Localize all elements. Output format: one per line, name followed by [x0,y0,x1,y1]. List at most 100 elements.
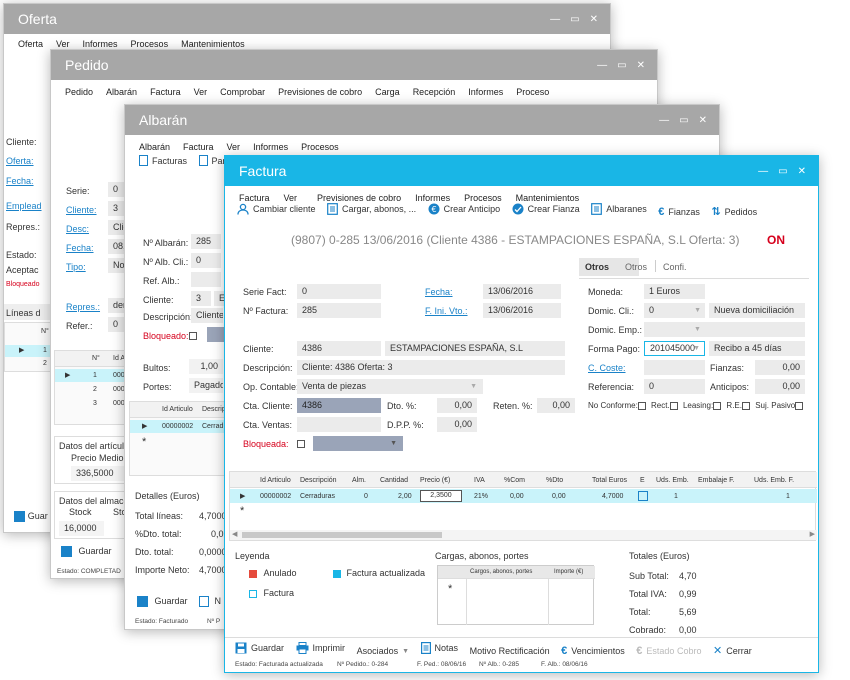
link-fecha[interactable]: Fecha: [425,287,453,297]
link-fecha[interactable]: Fecha: [66,243,94,253]
field-c-coste[interactable] [644,360,705,375]
menu-ver[interactable]: Ver [227,142,241,152]
menu-informes[interactable]: Informes [83,39,118,49]
maximize-icon[interactable]: ▭ [679,115,688,126]
suj-pasivo-checkbox[interactable] [795,401,804,410]
field-cta-ventas[interactable] [297,417,381,432]
bloqueada-checkbox[interactable] [297,440,305,448]
tab-confi[interactable]: Confi. [663,262,687,272]
table-row[interactable]: ▶ 00000002 Cerrad [130,420,226,433]
save-button[interactable]: Guardar [137,596,188,608]
horizontal-scrollbar[interactable]: ◀ ▶ [230,530,817,540]
menu-informes[interactable]: Informes [253,142,288,152]
menu-proceso[interactable]: Proceso [516,87,549,97]
tab-otros[interactable]: Otros [625,262,647,272]
menu-procesos[interactable]: Procesos [301,142,339,152]
rect-checkbox[interactable] [669,401,678,410]
leasing-checkbox[interactable] [713,401,722,410]
field-bultos[interactable]: 1,00 [189,359,223,374]
link-fecha[interactable]: Fecha: [6,176,34,186]
menu-recepcion[interactable]: Recepción [413,87,456,97]
link-oferta[interactable]: Oferta: [6,156,34,166]
motivo-rectificacion-button[interactable]: Motivo Rectificación [470,646,550,656]
field-ref-alb[interactable] [191,272,221,287]
field-fecha[interactable]: 13/06/2016 [483,284,561,299]
field-forma-pago[interactable]: 201045000 ▼ [644,341,705,356]
table-row[interactable]: ▶ 1 [5,345,55,357]
notas-button[interactable]: Notas [420,642,458,654]
vencimientos-button[interactable]: € Vencimientos [561,645,625,657]
albaranes-button[interactable]: Albaranes [591,203,647,215]
estado-cobro-button[interactable]: € Estado Cobro [636,645,701,657]
save-button[interactable]: Guar [14,511,48,522]
menu-informes[interactable]: Informes [415,193,450,203]
link-empleado[interactable]: Emplead [6,201,42,211]
bloqueado-checkbox[interactable] [189,332,197,340]
facturas-button[interactable]: Facturas [139,155,187,166]
field-domic-cli[interactable]: 0 ▼ [644,303,705,318]
pedido-grid[interactable]: N° Id A ▶ 1 0000 2 0000 3 0000 [54,350,129,425]
cerrar-button[interactable]: ✕ Cerrar [713,644,752,657]
field-referencia[interactable]: 0 [644,379,705,394]
scrollbar-thumb[interactable] [242,532,442,538]
cambiar-cliente-button[interactable]: Cambiar cliente [237,203,316,215]
partes-button[interactable]: Par [198,155,226,166]
menu-factura[interactable]: Factura [183,142,214,152]
menu-factura[interactable]: Factura [239,193,270,203]
cargas-grid[interactable]: Cargos, abonos, portes Importe (€) * [437,565,595,625]
save-button[interactable]: Guardar [61,546,112,558]
menu-procesos[interactable]: Procesos [131,39,169,49]
minimize-icon[interactable]: — [659,115,669,126]
menu-factura[interactable]: Factura [150,87,181,97]
oferta-grid[interactable]: N° ▶ 1 2 [4,322,55,372]
bloqueada-dropdown[interactable]: ▼ [313,436,403,451]
field-op-contable[interactable]: Venta de piezas ▼ [297,379,483,394]
field-cliente-nombre[interactable]: ES [214,291,224,306]
crear-anticipo-button[interactable]: € Crear Anticipo [428,203,500,215]
maximize-icon[interactable]: ▭ [570,14,579,25]
maximize-icon[interactable]: ▭ [617,60,626,71]
field-descripcion[interactable]: Cliente: 4386 Oferta: 3 [297,360,565,375]
close-icon[interactable]: ✕ [637,60,645,71]
field-cliente-nombre[interactable]: ESTAMPACIONES ESPAÑA, S.L [385,341,565,356]
nueva-domiciliacion-button[interactable]: Nueva domiciliación [709,303,805,318]
minimize-icon[interactable]: — [597,60,607,71]
print-button[interactable]: Imprimir [296,642,345,654]
close-icon[interactable]: ✕ [590,14,598,25]
scroll-left-icon[interactable]: ◀ [232,530,237,538]
close-icon[interactable]: ✕ [699,115,707,126]
menu-informes[interactable]: Informes [468,87,503,97]
menu-ver[interactable]: Ver [194,87,208,97]
link-f-ini-vto[interactable]: F. Ini. Vto.: [425,306,468,316]
crear-fianza-button[interactable]: Crear Fianza [512,203,580,215]
table-row[interactable]: 3 0000 [55,397,129,410]
link-desc[interactable]: Desc: [66,224,89,234]
scroll-right-icon[interactable]: ▶ [810,530,815,538]
menu-oferta[interactable]: Oferta [18,39,43,49]
fianzas-button[interactable]: € Fianzas [658,206,700,218]
save-button[interactable]: Guardar [235,642,284,654]
link-c-coste[interactable]: C. Coste: [588,363,626,373]
field-dpp[interactable]: 0,00 [437,417,477,432]
field-dto[interactable]: 0,00 [437,398,477,413]
cargar-abonos-button[interactable]: Cargar, abonos, ... [327,203,416,215]
menu-procesos[interactable]: Procesos [464,193,502,203]
menu-previsiones[interactable]: Previsiones de cobro [278,87,362,97]
link-tipo[interactable]: Tipo: [66,262,86,272]
field-domic-emp[interactable]: ▼ [644,322,805,337]
field-descripcion[interactable]: Cliente: [191,308,223,323]
menu-mantenimientos[interactable]: Mantenimientos [516,193,580,203]
link-cliente[interactable]: Cliente: [66,205,97,215]
link-repres[interactable]: Repres.: [66,302,100,312]
asociados-button[interactable]: Asociados ▼ [357,646,409,656]
lineas-grid[interactable]: Id Articulo Descripción Alm. Cantidad Pr… [229,471,817,541]
field-f-ini-vto[interactable]: 13/06/2016 [483,303,561,318]
new-button[interactable]: N [199,596,221,608]
menu-albaran[interactable]: Albarán [139,142,170,152]
albaran-grid[interactable]: Id Articulo Descrip ▶ 00000002 Cerrad * [129,401,226,476]
field-cliente[interactable]: 3 [191,291,211,306]
field-num-factura[interactable]: 285 [297,303,381,318]
menu-carga[interactable]: Carga [375,87,400,97]
menu-mantenimientos[interactable]: Mantenimientos [181,39,245,49]
field-recibo[interactable]: Recibo a 45 días [709,341,805,356]
